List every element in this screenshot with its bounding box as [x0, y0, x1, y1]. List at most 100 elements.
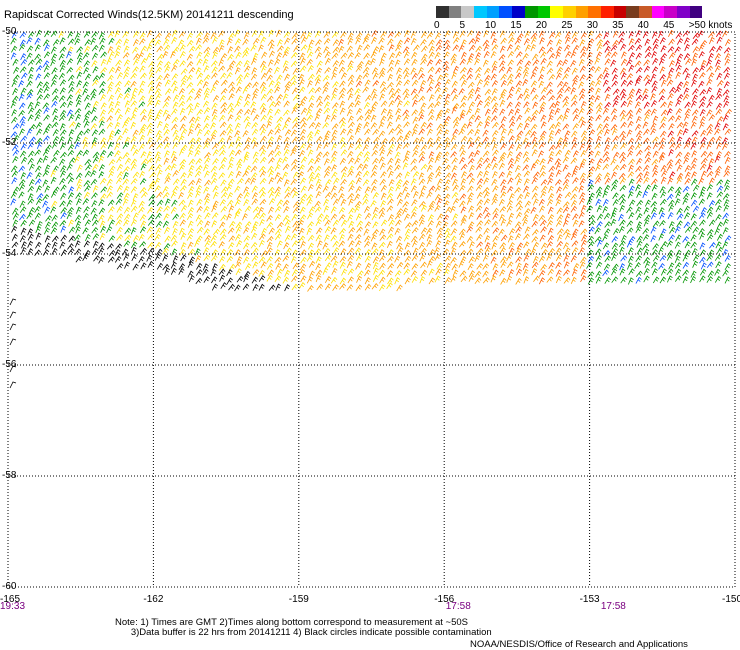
wind-barb	[450, 220, 458, 227]
wind-barb	[235, 268, 242, 276]
wind-barb	[571, 130, 578, 138]
wind-barb	[628, 212, 635, 220]
wind-barb	[460, 178, 467, 186]
wind-barb	[250, 165, 258, 173]
wind-barb	[27, 240, 34, 248]
wind-barb	[485, 115, 492, 123]
wind-barb	[196, 184, 203, 193]
wind-barb	[546, 88, 554, 96]
wind-barb	[674, 198, 681, 206]
wind-barb	[130, 72, 138, 80]
wind-barb	[675, 268, 682, 276]
wind-barb	[418, 128, 425, 136]
wind-barb	[571, 240, 579, 247]
wind-barb	[669, 86, 676, 94]
wind-barb	[268, 80, 275, 88]
wind-barb	[139, 80, 146, 88]
wind-barb	[484, 246, 491, 254]
wind-barb	[171, 64, 178, 72]
wind-barb	[331, 52, 339, 59]
wind-barb	[12, 87, 19, 96]
wind-barb	[538, 150, 545, 158]
wind-barb	[179, 44, 186, 52]
wind-barb	[314, 86, 322, 94]
wind-barb	[482, 59, 489, 67]
wind-barb	[34, 37, 41, 45]
wind-barb	[556, 114, 564, 121]
wind-barb	[644, 184, 651, 192]
wind-barb	[212, 149, 219, 157]
wind-barb	[578, 116, 585, 124]
wind-barb	[539, 164, 546, 173]
wind-barb	[250, 101, 257, 109]
wind-barb	[298, 268, 305, 276]
wind-barb	[267, 136, 275, 144]
wind-barb	[291, 213, 298, 221]
wind-barb	[316, 283, 324, 291]
wind-barb	[650, 93, 656, 101]
wind-barb	[634, 262, 641, 269]
wind-barb	[676, 53, 684, 61]
wind-barb	[123, 219, 130, 227]
wind-barb	[99, 37, 106, 45]
wind-barb	[162, 263, 170, 271]
wind-barb	[340, 149, 348, 156]
wind-barb	[437, 178, 444, 186]
wind-barb	[195, 144, 202, 151]
wind-barb	[691, 115, 698, 123]
wind-barb	[356, 275, 363, 283]
wind-barb	[26, 80, 33, 88]
wind-barb	[347, 115, 354, 123]
wind-barb	[20, 87, 27, 95]
wind-barb	[492, 162, 499, 170]
wind-barb	[548, 123, 556, 131]
wind-barb	[114, 249, 121, 257]
wind-barb	[722, 248, 729, 257]
wind-barb	[364, 283, 372, 291]
wind-barb	[476, 170, 484, 178]
wind-barb	[92, 156, 100, 164]
wind-barb	[356, 163, 364, 171]
wind-barb	[195, 44, 202, 51]
wind-barb	[410, 30, 417, 39]
wind-barb	[564, 149, 571, 157]
wind-barb	[140, 191, 148, 199]
wind-barb	[130, 163, 137, 171]
wind-barb	[508, 86, 515, 94]
wind-barb	[555, 219, 563, 227]
wind-barb	[482, 270, 489, 278]
wind-barb	[140, 220, 147, 228]
wind-barb	[411, 109, 419, 116]
wind-barb	[403, 50, 410, 59]
wind-barb	[506, 275, 513, 283]
wind-barb	[492, 212, 499, 220]
wind-barb	[91, 106, 97, 115]
wind-barb	[124, 87, 132, 94]
wind-barb	[715, 102, 723, 110]
wind-barb	[60, 170, 67, 178]
wind-barb	[418, 136, 425, 144]
wind-barb	[291, 158, 298, 166]
wind-barb	[124, 234, 132, 242]
wind-barb	[716, 142, 723, 150]
wind-barb	[451, 241, 458, 249]
wind-barb	[284, 37, 291, 45]
wind-barb	[715, 93, 723, 100]
wind-barb	[435, 136, 442, 144]
wind-barb	[418, 219, 425, 227]
wind-barb	[612, 192, 619, 200]
wind-barb	[76, 71, 83, 79]
wind-barb	[340, 142, 347, 150]
wind-barb	[19, 206, 27, 214]
wind-barb	[394, 164, 401, 172]
wind-barb	[459, 102, 467, 109]
wind-barb	[643, 267, 650, 275]
wind-barb	[354, 100, 361, 108]
wind-barb	[531, 53, 539, 61]
wind-barb	[66, 94, 74, 102]
wind-barb	[508, 193, 515, 201]
wind-barb	[379, 162, 386, 170]
wind-barb	[130, 113, 137, 121]
wind-barb	[36, 185, 42, 193]
wind-barb	[91, 52, 99, 60]
